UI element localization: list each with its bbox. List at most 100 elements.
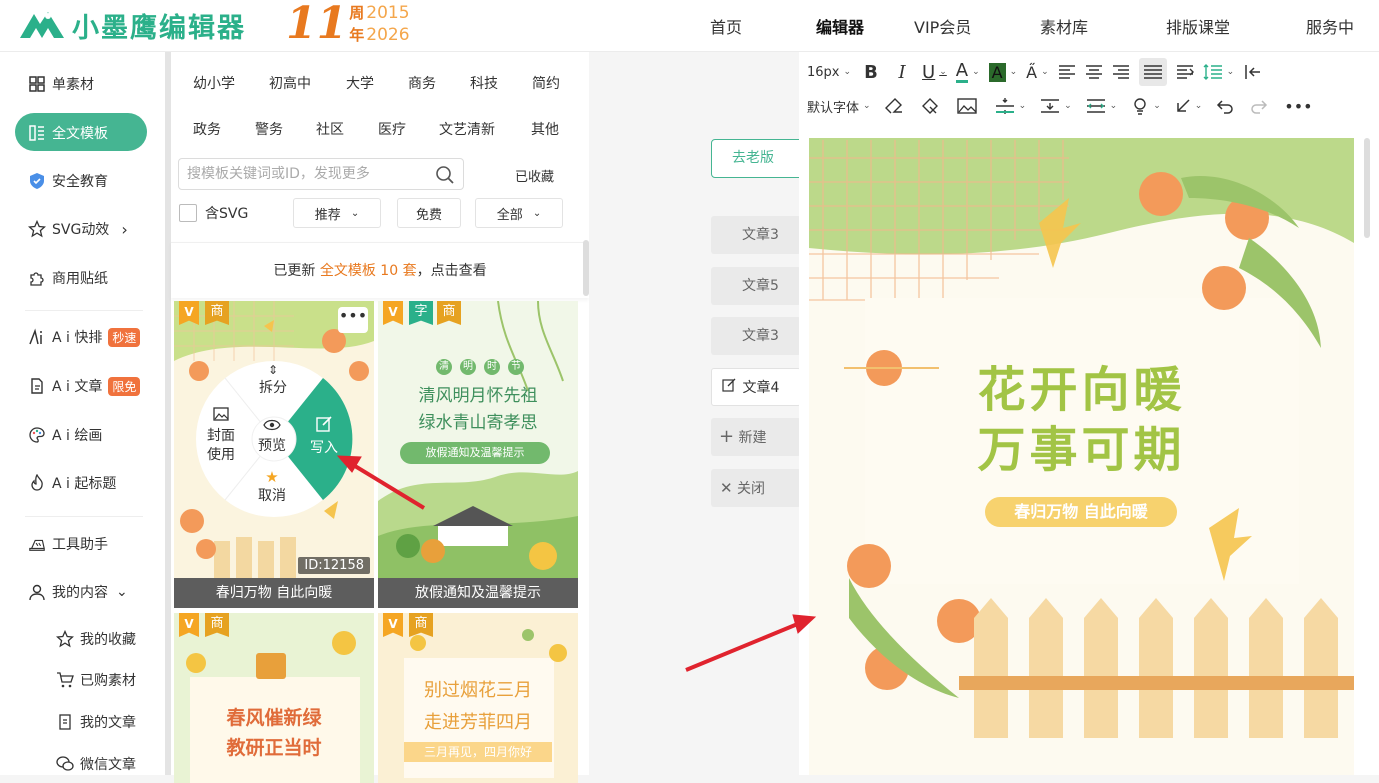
sidebar-item-safety-education[interactable]: 安全教育 <box>28 171 108 191</box>
align-justify-icon[interactable] <box>1138 58 1167 86</box>
redo-icon[interactable] <box>1250 92 1268 120</box>
top-bar: 小墨鹰编辑器 11 周 2015 年 2026 首页 编辑器 VIP会员 素材库 排… <box>0 0 1379 52</box>
category-tab[interactable]: 幼小学 <box>193 73 235 93</box>
exit-icon[interactable] <box>1243 58 1261 86</box>
underline-icon[interactable]: U ⌄ <box>922 58 947 86</box>
letter-spacing-icon[interactable]: ⌄ <box>1086 92 1117 120</box>
image-icon[interactable] <box>956 92 977 120</box>
more-options-button[interactable]: ••• <box>338 307 368 333</box>
divider-icon[interactable]: ⌄ <box>995 92 1026 120</box>
editor-panel: 16px ⌄ B I U ⌄ A ⌄ A ⌄ A̋ ⌄ ⌄ 默认字体 ⌄ ⌄ ⌄ ⌄ ⌄ ⌄… <box>799 52 1379 775</box>
canvas-title[interactable]: 花开向暖 万事可期 <box>809 360 1354 480</box>
article-tab[interactable]: 文章3 <box>711 216 801 254</box>
font-family-select[interactable]: 默认字体 ⌄ <box>807 92 871 120</box>
nav-vip[interactable]: VIP会员 <box>914 14 1000 38</box>
checkbox-label: 含SVG <box>205 206 249 222</box>
format-painter-icon[interactable] <box>921 92 939 120</box>
template-card[interactable]: V 字 商 清 明 时 节 清风明月怀先祖 绿水青山寄孝思 放假通知及温馨提示 … <box>378 301 578 608</box>
sidebar-item-full-template[interactable]: 全文模板 <box>28 123 108 143</box>
line-height-icon[interactable]: ⌄ <box>1203 58 1234 86</box>
category-tab[interactable]: 医疗 <box>378 119 406 139</box>
lightbulb-icon[interactable]: ⌄ <box>1131 92 1161 120</box>
category-tab[interactable]: 社区 <box>316 119 344 139</box>
sidebar-item-ai-layout[interactable]: A i 快排 秒速 <box>28 327 141 347</box>
sidebar-item-ai-article[interactable]: A i 文章 限免 <box>28 376 141 396</box>
sidebar-item-single-material[interactable]: 单素材 <box>28 74 94 94</box>
sidebar-sub-wechat-articles[interactable]: 微信文章 <box>56 754 136 774</box>
sidebar-item-commercial-stickers[interactable]: 商用贴纸 <box>28 268 108 288</box>
sidebar-item-my-content[interactable]: 我的内容 ⌄ <box>28 582 128 602</box>
old-version-button[interactable]: 去老版 <box>711 139 803 178</box>
cancel-action[interactable]: ★ 取消 <box>258 469 286 505</box>
category-tab[interactable]: 科技 <box>470 73 498 93</box>
category-tab[interactable]: 政务 <box>193 119 221 139</box>
sidebar-item-label: 我的内容 <box>52 585 108 601</box>
price-filter[interactable]: 免费 <box>397 198 461 228</box>
category-tab[interactable]: 简约 <box>532 73 560 93</box>
arrow-down-left-icon[interactable]: ⌄ <box>1175 92 1202 120</box>
editor-canvas[interactable]: 花开向暖 万事可期 春归万物 自此向暖 <box>809 138 1354 775</box>
logo[interactable]: 小墨鹰编辑器 <box>18 6 246 45</box>
nav-home[interactable]: 首页 <box>710 14 776 38</box>
split-action[interactable]: ⇕ 拆分 <box>259 363 287 397</box>
search-icon[interactable] <box>435 165 455 185</box>
category-tab[interactable]: 其他 <box>531 119 559 139</box>
font-color-icon[interactable]: A ⌄ <box>955 58 980 86</box>
sort-select[interactable]: 推荐 ⌄ <box>293 198 381 228</box>
text-effect-icon[interactable]: A̋ ⌄ <box>1026 58 1049 86</box>
align-left-icon[interactable] <box>1058 58 1076 86</box>
article-tab[interactable]: 文章3 <box>711 317 801 355</box>
category-tab[interactable]: 大学 <box>346 73 374 93</box>
align-right-icon[interactable] <box>1112 58 1130 86</box>
font-size-select[interactable]: 16px ⌄ <box>807 58 851 86</box>
highlight-color-icon[interactable]: A ⌄ <box>988 58 1017 86</box>
card-title-line1: 清风明月怀先祖 <box>418 386 538 406</box>
canvas-title-line1[interactable]: 花开向暖 <box>809 360 1354 420</box>
article-tab[interactable]: 文章5 <box>711 267 801 305</box>
paragraph-spacing-icon[interactable]: ⌄ <box>1040 92 1072 120</box>
preview-action[interactable]: 预览 <box>258 419 286 455</box>
scope-select[interactable]: 全部 ⌄ <box>475 198 563 228</box>
sidebar-item-svg-animation[interactable]: SVG动效 › <box>28 219 128 239</box>
cover-use-action[interactable]: 封面 使用 <box>207 407 235 465</box>
update-notice[interactable]: 已更新 全文模板 10 套，点击查看 <box>171 242 589 298</box>
svg-checkbox[interactable]: 含SVG <box>179 203 248 223</box>
article-tab-active[interactable]: 文章4 <box>711 368 801 406</box>
sidebar-item-ai-painting[interactable]: A i 绘画 <box>28 425 102 445</box>
new-article-button[interactable]: + 新建 <box>711 418 801 456</box>
category-tab[interactable]: 商务 <box>408 73 436 93</box>
sidebar-item-tools[interactable]: 工具助手 <box>28 534 108 554</box>
undo-icon[interactable] <box>1216 92 1234 120</box>
category-tab[interactable]: 文艺清新 <box>439 119 495 139</box>
write-action[interactable]: 写入 <box>310 415 338 457</box>
template-card[interactable]: V 商 别过烟花三月 走进芳菲四月 三月再见，四月你好 <box>378 613 578 783</box>
template-card[interactable]: V 商 春风催新绿 教研正当时 <box>174 613 374 783</box>
bold-icon[interactable]: B <box>860 58 882 86</box>
checkbox-box[interactable] <box>179 204 197 222</box>
category-tab[interactable]: 警务 <box>255 119 283 139</box>
sidebar-sub-purchased[interactable]: 已购素材 <box>56 670 136 690</box>
nav-editor[interactable]: 编辑器 <box>816 14 874 38</box>
nav-materials[interactable]: 素材库 <box>1040 14 1126 38</box>
sidebar-sub-favorites[interactable]: 我的收藏 <box>55 629 136 649</box>
update-highlight[interactable]: 全文模板 10 套 <box>320 263 417 279</box>
anniversary-year-end: 2026 <box>366 25 410 45</box>
align-center-icon[interactable] <box>1085 58 1103 86</box>
search-input[interactable] <box>179 159 424 189</box>
more-icon[interactable]: ••• <box>1284 92 1312 120</box>
italic-icon[interactable]: I <box>891 58 913 86</box>
nav-courses[interactable]: 排版课堂 <box>1166 14 1266 38</box>
category-tab[interactable]: 初高中 <box>269 73 311 93</box>
main-nav: 首页 编辑器 VIP会员 素材库 排版课堂 服务中 <box>710 14 1379 38</box>
favorites-link[interactable]: 已收藏 <box>515 166 554 185</box>
indent-icon[interactable] <box>1176 58 1194 86</box>
editor-scrollbar[interactable] <box>1364 138 1370 238</box>
sidebar-item-ai-title[interactable]: A i 起标题 <box>28 473 116 493</box>
sidebar-sub-my-articles[interactable]: 我的文章 <box>56 712 136 732</box>
canvas-subtitle[interactable]: 春归万物 自此向暖 <box>985 497 1177 527</box>
nav-service[interactable]: 服务中 <box>1306 14 1354 38</box>
template-card[interactable]: V 商 ••• ⇕ 拆分 封面 使用 预览 写入 ★ 取消 ID:12158 春… <box>174 301 374 608</box>
close-article-button[interactable]: ✕ 关闭 <box>711 469 801 507</box>
canvas-title-line2[interactable]: 万事可期 <box>809 420 1354 480</box>
eraser-icon[interactable] <box>884 92 903 120</box>
